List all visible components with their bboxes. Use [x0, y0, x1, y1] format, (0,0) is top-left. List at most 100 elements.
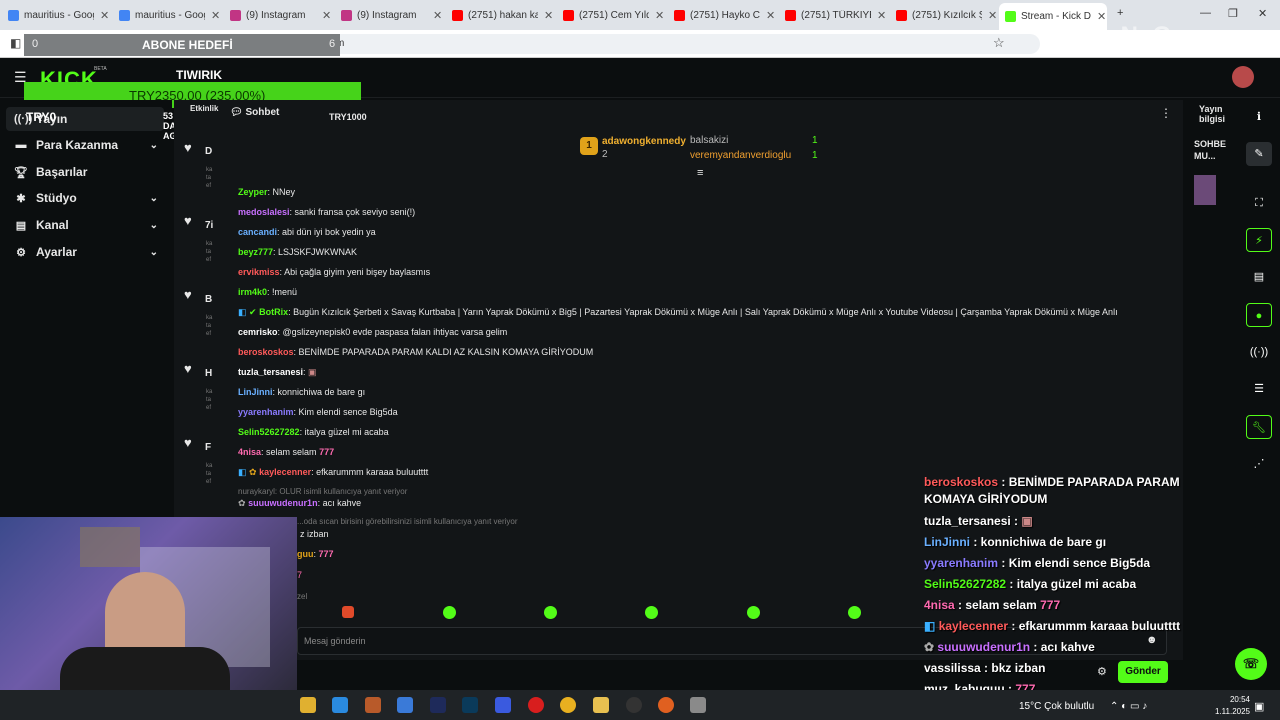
browser-tab[interactable]: (2751) TÜRKİYE'NİN✕ — [779, 4, 886, 26]
close-icon[interactable]: ✕ — [211, 9, 220, 22]
chat-menu-icon[interactable]: ⋮ — [1160, 106, 1172, 120]
stream-thumbnail[interactable] — [1194, 175, 1216, 205]
tray-icons[interactable]: ⌃ ◐ ▭ ♪ — [1110, 701, 1147, 712]
bookmark-star-icon[interactable]: ☆ — [993, 35, 1005, 51]
chat-message: medoslalesi: sanki fransa çok seviyo sen… — [238, 207, 416, 217]
stream-info-panel: Yayın bilgisi SOHBE MU... — [1183, 100, 1240, 690]
app-icon[interactable] — [690, 697, 706, 713]
close-icon[interactable]: ✕ — [322, 9, 331, 22]
chat-message: ◧ ✿ kaylecenner: efkarummm karaaa buluut… — [238, 467, 429, 477]
broadcast-icon[interactable]: ((·)) — [1246, 340, 1272, 364]
queue-icon[interactable]: ☰ — [1246, 377, 1272, 401]
share-icon[interactable]: ⋰ — [1246, 452, 1272, 476]
emote-icon[interactable] — [848, 606, 861, 619]
folder-icon[interactable] — [593, 697, 609, 713]
emote-icon[interactable] — [645, 606, 658, 619]
sidebar-item-kanal[interactable]: ▤ Kanal ⌄ — [14, 214, 164, 236]
sidebar-item-para-kazanma[interactable]: ▬ Para Kazanma ⌄ — [14, 134, 164, 156]
activity-item: 7i — [205, 220, 214, 231]
expand-icon[interactable]: ≡ — [697, 167, 703, 179]
app-icon[interactable] — [365, 697, 381, 713]
photoshop-icon[interactable] — [462, 697, 478, 713]
firefox-icon[interactable] — [658, 697, 674, 713]
close-icon[interactable]: ✕ — [544, 9, 553, 22]
maximize-icon[interactable]: ❐ — [1228, 7, 1238, 20]
emote-icon[interactable] — [443, 606, 456, 619]
overlay-try0: TRY0 — [26, 110, 57, 124]
reply-context: ...oda sıcan birisini görebilirsinizi is… — [297, 517, 518, 526]
browser-tab-strip: mauritius - Google'd✕ mauritius - Google… — [0, 0, 1280, 30]
browser-tab[interactable]: (2751) Kızılcık Şerbet✕ — [890, 4, 997, 26]
lightning-icon[interactable]: ⚡︎ — [1246, 228, 1272, 252]
youtube-icon — [896, 9, 907, 21]
app-icon[interactable] — [397, 697, 413, 713]
fullscreen-icon[interactable]: ⛶ — [1246, 191, 1272, 215]
store-icon[interactable] — [332, 697, 348, 713]
heart-icon: ♥ — [184, 435, 192, 450]
chrome-icon[interactable] — [560, 697, 576, 713]
overlay-chat-line: ◧ kaylecenner : efkarummm karaaa buluutt… — [924, 619, 1181, 633]
close-window-icon[interactable]: ✕ — [1258, 7, 1267, 20]
heart-icon: ♥ — [184, 361, 192, 376]
browser-tab[interactable]: (2751) hakan kakız✕ — [446, 4, 553, 26]
close-icon[interactable]: ✕ — [877, 9, 886, 22]
edit-icon[interactable]: ✎ — [1246, 142, 1272, 166]
clock-date[interactable]: 1.11.2025 — [1200, 707, 1250, 716]
minimize-icon[interactable]: — — [1200, 7, 1211, 19]
obs-icon[interactable] — [626, 697, 642, 713]
browser-tab[interactable]: mauritius - Google'd✕ — [113, 4, 220, 26]
google-icon — [8, 9, 19, 21]
send-button[interactable]: Gönder — [1118, 661, 1168, 683]
settings-gear-icon[interactable]: ⚙ — [1097, 665, 1107, 678]
leader-third-count: 1 — [812, 150, 818, 161]
browser-tab[interactable]: (9) Instagram ✕ — [335, 4, 442, 26]
sub-badge-icon: ✿ — [249, 467, 257, 477]
gear-icon: ⚙ — [16, 246, 26, 259]
chat-message: ervikmiss: Abi çağla giyim yeni bişey ba… — [238, 267, 431, 277]
browser-tab[interactable]: (2751) Hayko Cepkin✕ — [668, 4, 775, 26]
activity-feed: Etkinlik ♥ D ka ta ef ♥ 7i ka ta ef ♥ B ka ta… — [174, 100, 224, 520]
chat-panel — [224, 100, 1183, 660]
sidebar-toggle-icon[interactable]: ◧ — [10, 36, 21, 50]
browser-tab[interactable]: (2751) Cem Yıldız - D✕ — [557, 4, 664, 26]
sidebar-item-studyo[interactable]: ✱ Stüdyo ⌄ — [14, 187, 164, 209]
chat-message: tuzla_tersanesi: ▣ — [238, 367, 317, 377]
emote-icon[interactable] — [342, 606, 354, 618]
sidebar-item-ayarlar[interactable]: ⚙ Ayarlar ⌄ — [14, 241, 164, 263]
leader-second-name[interactable]: balsakizi — [690, 135, 728, 146]
info-icon[interactable]: ℹ — [1246, 105, 1272, 129]
notes-icon[interactable]: ▤ — [1246, 265, 1272, 289]
chat-message: Selin52627282: italya güzel mi acaba — [238, 427, 389, 437]
activity-item: B — [205, 294, 213, 305]
close-icon[interactable]: ✕ — [766, 9, 775, 22]
clock-time[interactable]: 20:54 — [1210, 695, 1250, 704]
close-icon[interactable]: ✕ — [100, 9, 109, 22]
avatar[interactable] — [1232, 66, 1254, 88]
chat-icon[interactable]: ● — [1246, 303, 1272, 327]
notification-icon[interactable]: ▣ — [1254, 700, 1264, 713]
browser-tab[interactable]: mauritius - Google'd✕ — [2, 4, 109, 26]
wrench-icon[interactable]: 🔧︎ — [1246, 415, 1272, 439]
weather-text[interactable]: 15°C Çok bulutlu — [1019, 701, 1094, 712]
sidebar-item-basarilar[interactable]: 🏆︎ Başarılar — [14, 161, 164, 183]
close-icon[interactable]: ✕ — [655, 9, 664, 22]
premiere-icon[interactable] — [430, 697, 446, 713]
rank-badge: 1 — [580, 137, 598, 155]
emote-icon[interactable] — [544, 606, 557, 619]
emote-icon: ▣ — [1021, 514, 1033, 528]
app-icon[interactable] — [495, 697, 511, 713]
chat-message: irm4k0: !menü — [238, 287, 298, 297]
new-tab-button[interactable]: + — [1117, 7, 1123, 19]
file-explorer-icon[interactable] — [300, 697, 316, 713]
browser-tab[interactable]: (9) Instagram ✕ — [224, 4, 331, 26]
leader-first-name[interactable]: adawongkennedy — [602, 136, 686, 147]
emote-icon[interactable] — [747, 606, 760, 619]
close-icon[interactable]: ✕ — [988, 9, 997, 22]
leader-third-name[interactable]: veremyandanverdioglu — [690, 150, 791, 161]
close-icon[interactable]: ✕ — [433, 9, 442, 22]
support-chat-icon[interactable]: ☏ — [1235, 648, 1267, 680]
opera-icon[interactable] — [528, 697, 544, 713]
emoji-picker-icon[interactable]: ☻ — [1146, 634, 1158, 646]
youtube-icon — [563, 9, 574, 21]
goal-target: 6 — [329, 38, 336, 50]
